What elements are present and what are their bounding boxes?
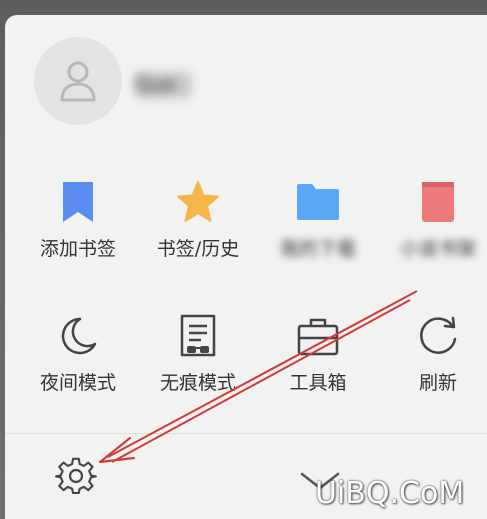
settings-button[interactable] bbox=[54, 454, 98, 498]
watermark: UiBQ.CoM bbox=[315, 476, 465, 511]
downloads-label: 我的下载 bbox=[279, 238, 356, 260]
bookmarks-history-label: 书签/历史 bbox=[156, 238, 240, 260]
folder-icon bbox=[297, 184, 339, 220]
star-icon bbox=[177, 181, 219, 222]
refresh-button[interactable]: 刷新 bbox=[383, 312, 487, 395]
night-mode-label: 夜间模式 bbox=[39, 372, 116, 394]
incognito-mode-button[interactable]: 无痕模式 bbox=[143, 312, 253, 395]
book-icon bbox=[422, 182, 454, 222]
bookmarks-history-button[interactable]: 书签/历史 bbox=[143, 178, 253, 261]
night-mode-button[interactable]: 夜间模式 bbox=[23, 312, 133, 395]
toolbox-icon bbox=[297, 318, 339, 356]
novel-shelf-button[interactable]: 小说书架 bbox=[383, 178, 487, 261]
footer-divider bbox=[5, 433, 487, 434]
incognito-mode-label: 无痕模式 bbox=[159, 372, 236, 394]
username[interactable]: Guo bbox=[135, 72, 191, 98]
user-icon bbox=[60, 61, 96, 102]
refresh-label: 刷新 bbox=[418, 372, 457, 394]
incognito-icon bbox=[180, 314, 216, 357]
gear-icon bbox=[55, 457, 97, 495]
bookmark-icon bbox=[63, 182, 93, 222]
moon-icon bbox=[61, 317, 97, 355]
avatar[interactable] bbox=[34, 37, 122, 125]
downloads-button[interactable]: 我的下载 bbox=[263, 178, 373, 261]
refresh-icon bbox=[420, 316, 457, 354]
toolbox-label: 工具箱 bbox=[289, 372, 347, 394]
add-bookmark-button[interactable]: 添加书签 bbox=[23, 178, 133, 261]
toolbox-button[interactable]: 工具箱 bbox=[263, 312, 373, 395]
novel-shelf-label: 小说书架 bbox=[399, 238, 476, 260]
add-bookmark-label: 添加书签 bbox=[39, 238, 116, 260]
